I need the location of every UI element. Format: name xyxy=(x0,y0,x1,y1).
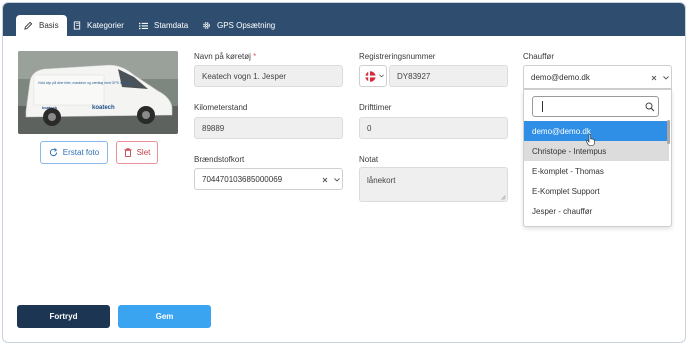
tab-label: GPS Opsætning xyxy=(217,21,276,30)
search-icon xyxy=(645,102,655,112)
driver-value: demo@demo.dk xyxy=(531,72,590,82)
fuel-card-label: Brændstofkort xyxy=(194,155,245,164)
tab-label: Stamdata xyxy=(154,21,189,30)
chevron-down-icon xyxy=(334,178,340,182)
dropdown-option[interactable]: demo@demo.dk xyxy=(524,121,669,141)
country-select[interactable] xyxy=(359,65,387,87)
delete-photo-label: Slet xyxy=(136,148,151,157)
fuel-card-select[interactable]: 704470103685000069 xyxy=(194,168,343,190)
driver-label: Chauffør xyxy=(523,52,554,61)
operating-hours-field[interactable]: 0 xyxy=(359,117,508,139)
list-icon xyxy=(139,22,148,29)
operating-hours-label: Drifttimer xyxy=(359,103,392,112)
pencil-icon xyxy=(24,21,33,30)
chevron-down-icon xyxy=(379,74,384,78)
tab-kategorier[interactable]: Kategorier xyxy=(73,15,124,36)
driver-dropdown: demo@demo.dk Christope - Intempus E-komp… xyxy=(523,89,672,227)
tab-basis[interactable]: Basis xyxy=(16,15,67,36)
dropdown-option[interactable]: E-komplet - Thomas xyxy=(524,161,669,181)
replace-photo-button[interactable]: Erstat foto xyxy=(40,141,108,164)
note-label: Notat xyxy=(359,155,379,164)
tab-bar: Basis Kategorier Stamdata GPS Opsætning xyxy=(3,3,685,36)
gear-icon xyxy=(203,22,210,29)
dropdown-option[interactable]: E-Komplet Support xyxy=(524,181,669,201)
book-icon xyxy=(73,21,81,30)
replace-photo-label: Erstat foto xyxy=(62,148,100,157)
vehicle-photo: Hold styr på dine biler, maskiner og vær… xyxy=(18,51,178,134)
reg-number-label: Registreringsnummer xyxy=(359,52,436,61)
cancel-button[interactable]: Fortryd xyxy=(17,305,110,328)
required-asterisk: * xyxy=(253,52,257,61)
tab-label: Kategorier xyxy=(87,21,124,30)
note-value: lånekort xyxy=(367,176,396,185)
vehicle-editor-window: Basis Kategorier Stamdata GPS Opsætning … xyxy=(2,2,686,343)
dropdown-search-input[interactable] xyxy=(532,96,659,117)
van-side-text: Hold styr på dine biler, maskiner og vær… xyxy=(38,81,133,85)
dropdown-option[interactable]: Jesper - chauffør xyxy=(524,201,669,221)
reg-number-field[interactable]: DY83927 xyxy=(389,65,508,87)
vehicle-name-field[interactable]: Keatech vogn 1. Jesper xyxy=(194,65,343,87)
driver-select[interactable]: demo@demo.dk xyxy=(523,65,672,89)
fuel-card-value: 704470103685000069 xyxy=(202,174,283,184)
dropdown-scrollbar[interactable] xyxy=(667,120,670,144)
refresh-icon xyxy=(49,148,57,157)
denmark-flag-icon xyxy=(365,70,376,82)
clear-icon[interactable] xyxy=(651,75,657,81)
km-field[interactable]: 89889 xyxy=(194,117,343,139)
trash-icon xyxy=(123,148,132,157)
resize-handle-icon[interactable] xyxy=(501,195,506,200)
chevron-down-icon xyxy=(663,76,669,80)
delete-photo-button[interactable]: Slet xyxy=(116,141,158,164)
dropdown-option[interactable]: Christope - Intempus xyxy=(524,141,669,161)
tab-stamdata[interactable]: Stamdata xyxy=(139,15,188,36)
tab-gps-opsaetning[interactable]: GPS Opsætning xyxy=(202,15,275,36)
clear-icon[interactable] xyxy=(322,177,328,183)
save-button[interactable]: Gem xyxy=(118,305,211,328)
vehicle-name-label: Navn på køretøj * xyxy=(194,52,257,61)
note-textarea[interactable]: lånekort xyxy=(359,167,508,202)
van-brand-logo: koatech xyxy=(92,105,115,111)
tab-label: Basis xyxy=(39,21,59,30)
hand-pointer-icon xyxy=(586,134,595,146)
km-label: Kilometerstand xyxy=(194,103,248,112)
text-cursor xyxy=(542,101,543,112)
